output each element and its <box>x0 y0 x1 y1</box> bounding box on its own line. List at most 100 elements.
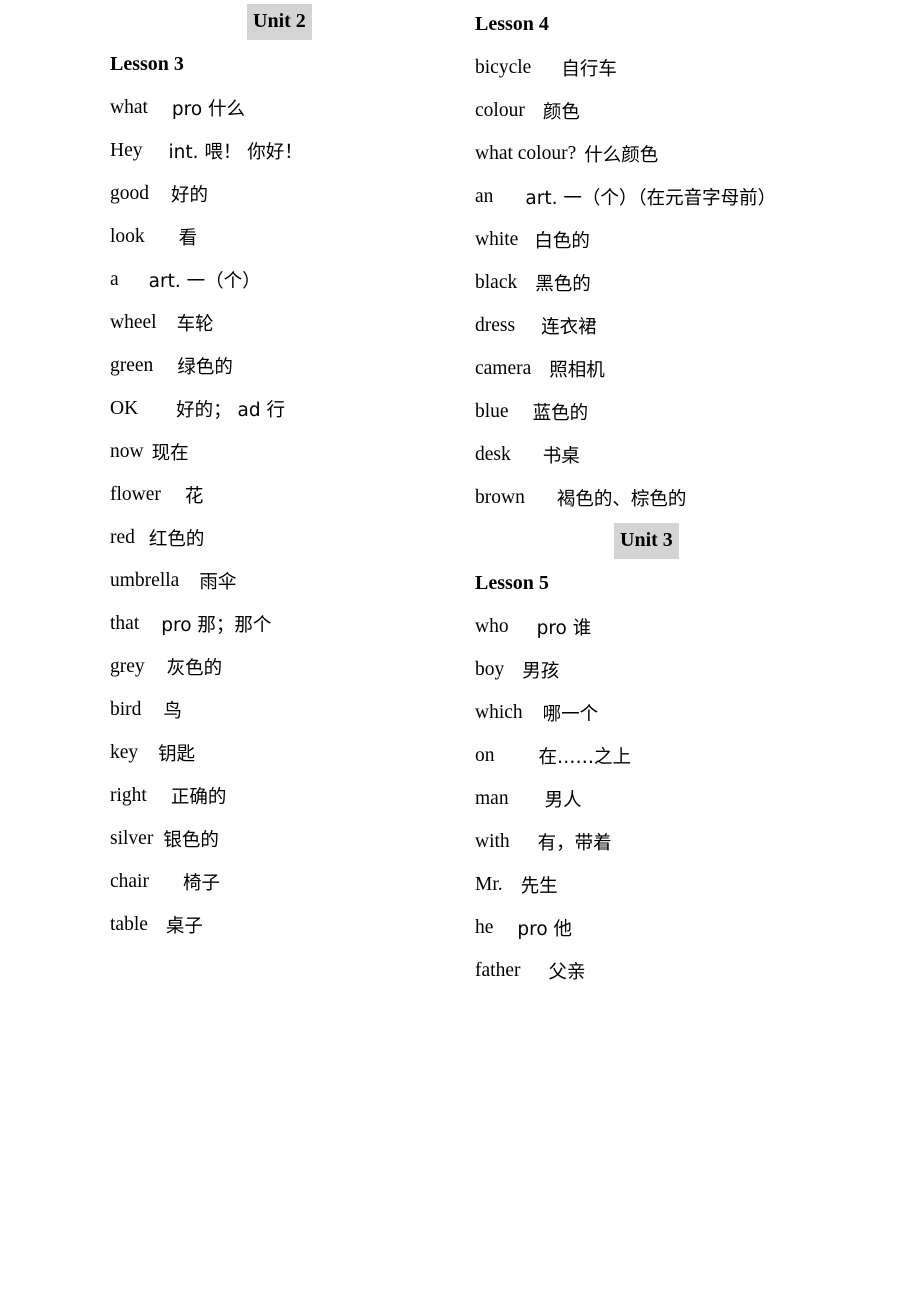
unit-heading-2-row: Unit 2 <box>110 0 510 43</box>
entry-chinese-gloss: 有，带着 <box>537 832 612 854</box>
entry-chinese-gloss: 车轮 <box>176 313 214 335</box>
vocabulary-entry: wheel 车轮 <box>110 301 510 344</box>
vocabulary-entry: that pro 那；那个 <box>110 602 510 645</box>
lesson-heading-4-row: Lesson 4 <box>475 3 875 46</box>
entry-chinese-gloss: art. 一（个）（在元音字母前） <box>525 187 777 209</box>
entry-english-term: red <box>110 526 135 548</box>
entry-english-term: brown <box>475 486 525 508</box>
vocabulary-entry: silver 银色的 <box>110 817 510 860</box>
entry-chinese-gloss: int. 喂！ 你好！ <box>168 141 303 163</box>
entry-english-term: table <box>110 913 148 935</box>
entry-chinese-gloss: 自行车 <box>561 58 617 80</box>
entry-chinese-gloss: pro 谁 <box>536 617 592 639</box>
vocabulary-entry: he pro 他 <box>475 906 875 949</box>
entry-english-term: flower <box>110 483 161 505</box>
entry-chinese-gloss: 鸟 <box>163 700 182 722</box>
entry-english-term: what colour? <box>475 142 577 164</box>
entry-chinese-gloss: 钥匙 <box>158 743 196 765</box>
entry-chinese-gloss: 花 <box>184 485 204 507</box>
left-column: Unit 2 Lesson 3 what pro 什么 Hey int. 喂！ 你好！ go… <box>110 0 510 946</box>
entry-chinese-gloss: 正确的 <box>170 786 227 808</box>
vocabulary-entry: table 桌子 <box>110 903 510 946</box>
entry-english-term: on <box>475 744 495 766</box>
vocabulary-entry: green 绿色的 <box>110 344 510 387</box>
entry-chinese-gloss: pro 什么 <box>171 98 246 120</box>
vocabulary-entry: who pro 谁 <box>475 605 875 648</box>
vocabulary-entry: Mr. 先生 <box>475 863 875 906</box>
entry-chinese-gloss: 好的； ad 行 <box>176 399 286 421</box>
vocabulary-entry: key 钥匙 <box>110 731 510 774</box>
entry-chinese-gloss: 先生 <box>520 875 558 897</box>
vocabulary-entry: father 父亲 <box>475 949 875 992</box>
entry-english-term: which <box>475 701 523 723</box>
entry-chinese-gloss: 绿色的 <box>177 356 233 378</box>
entry-chinese-gloss: 男人 <box>544 789 582 811</box>
entry-chinese-gloss: 白色的 <box>534 230 590 252</box>
entry-chinese-gloss: 照相机 <box>549 359 605 381</box>
entry-english-term: silver <box>110 827 154 849</box>
unit-heading-3-row: Unit 3 <box>475 519 875 562</box>
vocabulary-entry: with 有，带着 <box>475 820 875 863</box>
entry-chinese-gloss: 在……之上 <box>538 746 632 768</box>
entry-english-term: that <box>110 612 140 634</box>
entry-english-term: he <box>475 916 494 938</box>
entry-english-term: grey <box>110 655 145 677</box>
vocabulary-entry: a art. 一（个） <box>110 258 510 301</box>
vocabulary-entry: chair 椅子 <box>110 860 510 903</box>
entry-english-term: umbrella <box>110 569 180 591</box>
entry-english-term: wheel <box>110 311 157 333</box>
vocabulary-entry: grey 灰色的 <box>110 645 510 688</box>
vocabulary-entry: dress 连衣裙 <box>475 304 875 347</box>
entry-english-term: camera <box>475 357 532 379</box>
unit-heading-2: Unit 2 <box>247 3 312 40</box>
lesson-heading-4: Lesson 4 <box>475 13 549 35</box>
vocabulary-entry: what pro 什么 <box>110 86 510 129</box>
vocabulary-entry: umbrella 雨伞 <box>110 559 510 602</box>
entry-chinese-gloss: 红色的 <box>148 528 205 550</box>
entry-english-term: chair <box>110 870 149 892</box>
vocabulary-entry: white 白色的 <box>475 218 875 261</box>
lesson-heading-5: Lesson 5 <box>475 572 549 594</box>
vocabulary-entry: bicycle 自行车 <box>475 46 875 89</box>
entry-english-term: look <box>110 225 145 247</box>
vocabulary-entry: now 现在 <box>110 430 510 473</box>
vocabulary-entry: good 好的 <box>110 172 510 215</box>
entry-chinese-gloss: 桌子 <box>165 915 203 937</box>
entry-english-term: colour <box>475 99 525 121</box>
vocabulary-entry: bird 鸟 <box>110 688 510 731</box>
entry-english-term: blue <box>475 400 509 422</box>
entry-chinese-gloss: 褐色的、棕色的 <box>556 488 687 510</box>
entry-chinese-gloss: 椅子 <box>182 872 220 894</box>
entry-chinese-gloss: 蓝色的 <box>532 402 589 424</box>
lesson-heading-5-row: Lesson 5 <box>475 562 875 605</box>
vocabulary-entry: an art. 一（个）（在元音字母前） <box>475 175 875 218</box>
entry-english-term: Hey <box>110 139 143 161</box>
lesson-heading-3: Lesson 3 <box>110 53 184 75</box>
lesson-heading-3-row: Lesson 3 <box>110 43 510 86</box>
entry-english-term: now <box>110 440 144 462</box>
entry-english-term: who <box>475 615 509 637</box>
entry-chinese-gloss: pro 他 <box>517 918 573 940</box>
entry-english-term: desk <box>475 443 511 465</box>
entry-chinese-gloss: 看 <box>178 227 198 249</box>
entry-chinese-gloss: 颜色 <box>542 101 580 123</box>
vocabulary-entry: on 在……之上 <box>475 734 875 777</box>
vocabulary-entry: brown 褐色的、棕色的 <box>475 476 875 519</box>
entry-english-term: what <box>110 96 148 118</box>
entry-english-term: key <box>110 741 139 763</box>
entry-english-term: with <box>475 830 510 852</box>
entry-chinese-gloss: art. 一（个） <box>148 270 261 292</box>
entry-chinese-gloss: 什么颜色 <box>584 144 659 166</box>
vocabulary-entry: look 看 <box>110 215 510 258</box>
vocabulary-entry: OK 好的； ad 行 <box>110 387 510 430</box>
entry-english-term: a <box>110 268 119 290</box>
entry-chinese-gloss: 父亲 <box>548 961 586 983</box>
entry-chinese-gloss: 银色的 <box>163 829 219 851</box>
vocabulary-entry: blue 蓝色的 <box>475 390 875 433</box>
vocabulary-entry: flower 花 <box>110 473 510 516</box>
entry-english-term: OK <box>110 397 139 419</box>
vocabulary-entry: red 红色的 <box>110 516 510 559</box>
entry-english-term: bicycle <box>475 56 532 78</box>
right-column: Lesson 4 bicycle 自行车 colour 颜色 what colour? 什么… <box>475 0 875 992</box>
unit-heading-3: Unit 3 <box>614 522 679 559</box>
